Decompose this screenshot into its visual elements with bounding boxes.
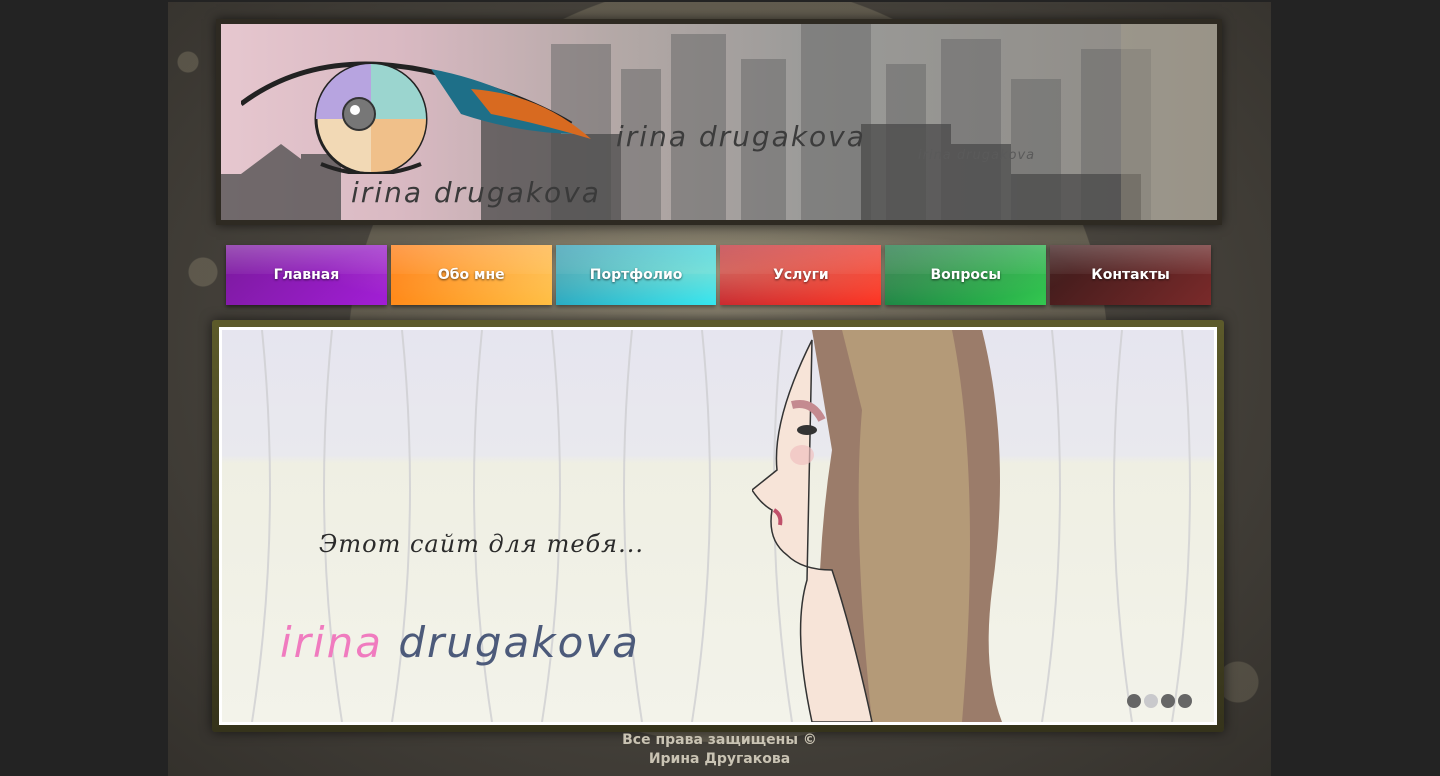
slide-name: irina drugakova — [280, 618, 640, 667]
main-navigation: Главная Обо мне Портфолио Услуги Вопросы… — [226, 245, 1211, 305]
nav-item-label: Контакты — [1091, 267, 1170, 283]
slide-name-first: irina — [280, 618, 383, 667]
slide-name-last: drugakova — [398, 618, 640, 667]
slider-dot[interactable] — [1144, 694, 1158, 708]
slider-dot[interactable] — [1178, 694, 1192, 708]
nav-item-label: Портфолио — [589, 267, 683, 283]
slider-frame: Этот сайт для тебя... irina drugakova — [212, 320, 1224, 732]
eye-logo-icon — [241, 61, 591, 174]
slide-tagline: Этот сайт для тебя... — [319, 530, 644, 558]
nav-item-contacts[interactable]: Контакты — [1050, 245, 1211, 305]
nav-item-services[interactable]: Услуги — [720, 245, 882, 305]
page-container: irina drugakova irina drugakova irina dr… — [168, 2, 1271, 776]
nav-item-label: Главная — [273, 267, 340, 283]
logo-text: irina drugakova — [351, 176, 601, 209]
nav-item-faq[interactable]: Вопросы — [885, 245, 1047, 305]
slider-pagination — [1127, 694, 1192, 708]
header-title: irina drugakova — [616, 120, 866, 153]
footer: Все права защищены © Ирина Другакова — [168, 731, 1271, 769]
slide: Этот сайт для тебя... irina drugakova — [219, 327, 1217, 725]
header-banner: irina drugakova irina drugakova irina dr… — [216, 19, 1222, 225]
nav-item-label: Вопросы — [930, 267, 1001, 283]
slider-dot[interactable] — [1161, 694, 1175, 708]
girl-portrait-illustration — [752, 330, 1002, 722]
footer-author: Ирина Другакова — [648, 751, 791, 767]
nav-item-label: Услуги — [773, 267, 829, 283]
nav-item-about[interactable]: Обо мне — [390, 245, 552, 305]
slider-dot[interactable] — [1127, 694, 1141, 708]
header-subtitle: irina drugakova — [918, 148, 1036, 163]
nav-item-home[interactable]: Главная — [226, 245, 387, 305]
nav-item-portfolio[interactable]: Портфолио — [555, 245, 717, 305]
footer-copyright: Все права защищены © — [622, 732, 817, 748]
nav-item-label: Обо мне — [437, 267, 505, 283]
